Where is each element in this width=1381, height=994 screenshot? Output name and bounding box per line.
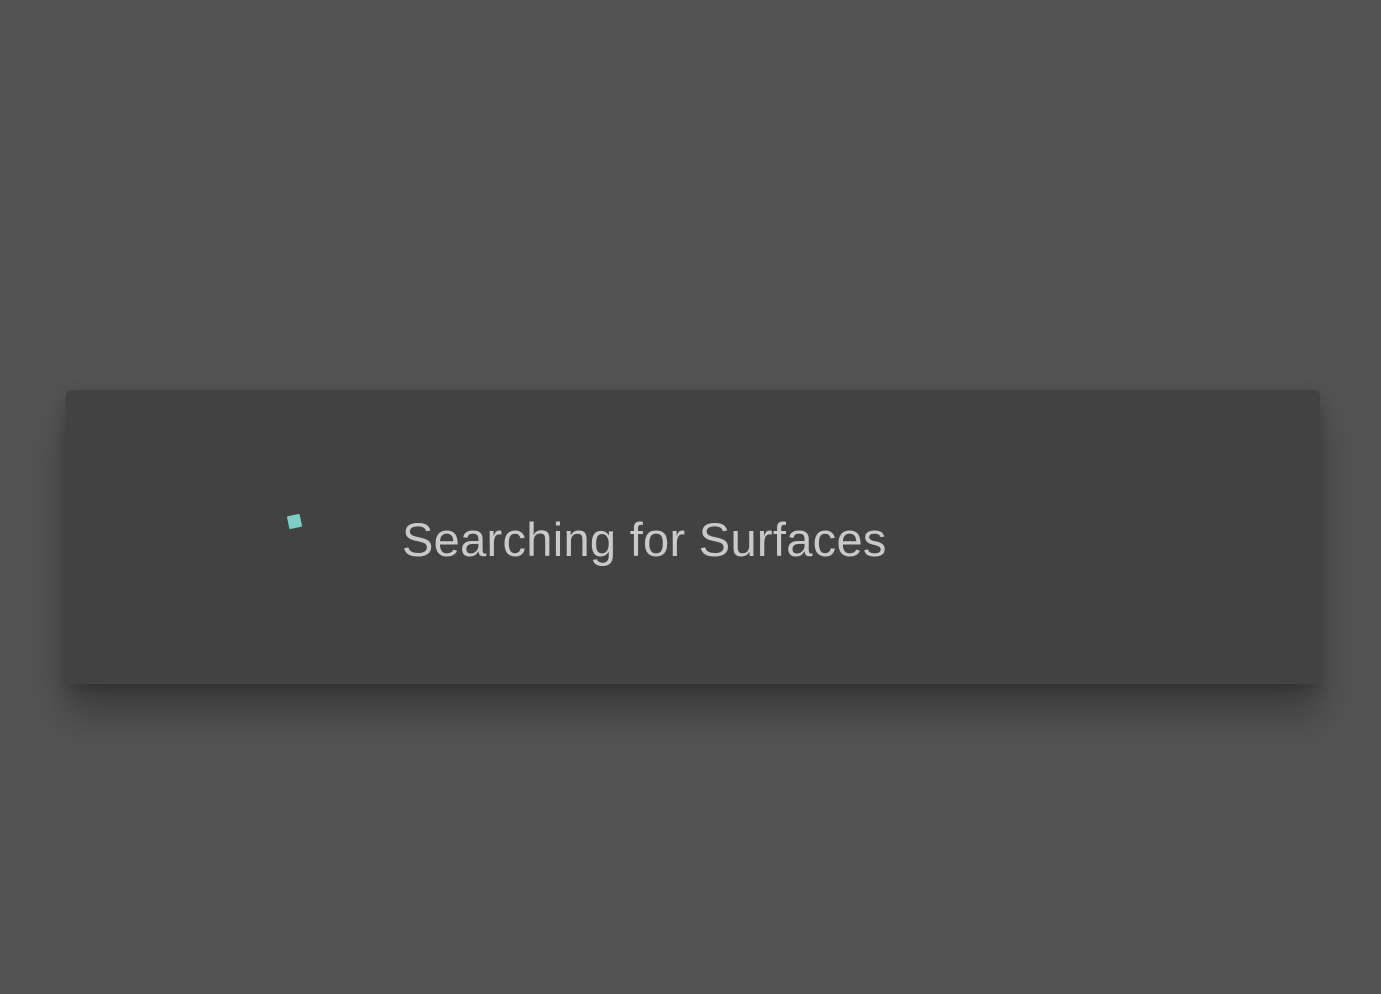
status-message: Searching for Surfaces [402,513,887,566]
spinner-dot [286,513,303,530]
searching-dialog: Searching for Surfaces [66,390,1320,684]
loading-spinner-icon [286,513,303,530]
